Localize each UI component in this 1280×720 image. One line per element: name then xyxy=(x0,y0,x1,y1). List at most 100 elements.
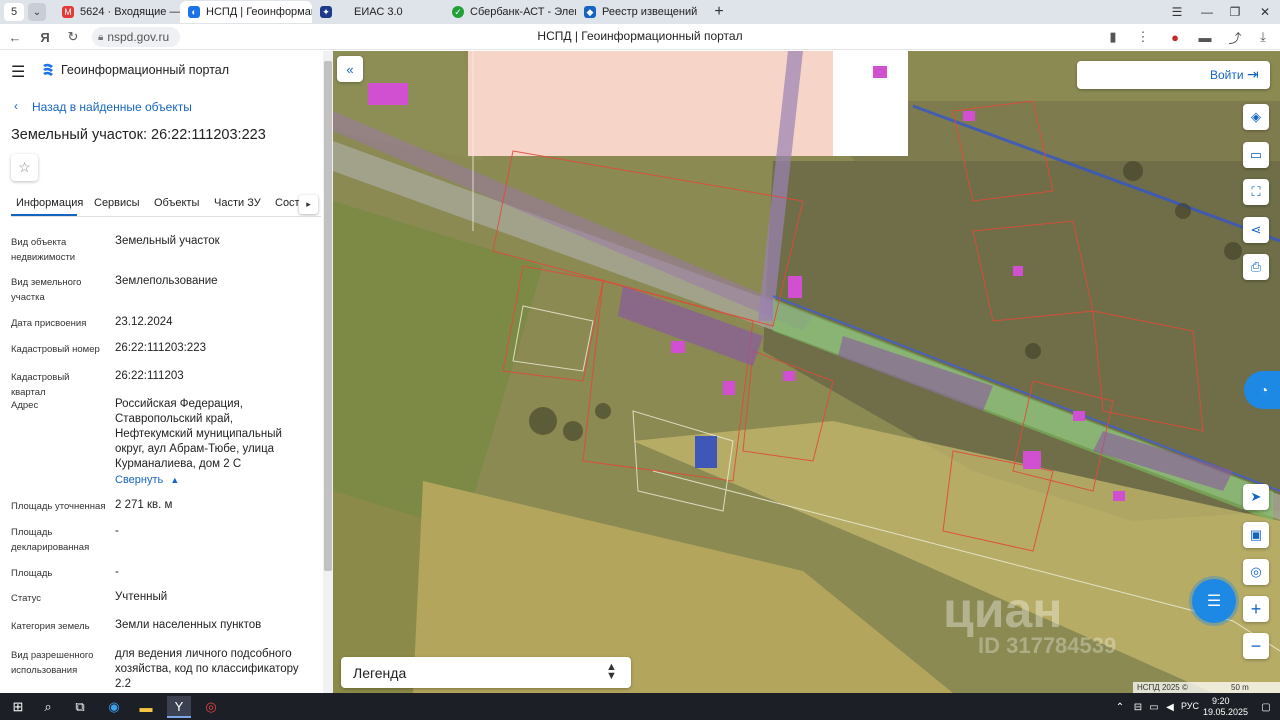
edge-browser-icon[interactable]: ◉ xyxy=(104,697,124,717)
field-value-area-declared: - xyxy=(115,525,119,537)
login-button[interactable]: Войти ⇥ xyxy=(1077,61,1270,89)
bookmark-icon[interactable]: ▮ xyxy=(1104,28,1122,46)
task-view-icon[interactable]: ⧉ xyxy=(70,697,90,717)
zoom-out-icon[interactable]: − xyxy=(1243,633,1269,659)
tab-label: Реестр извещений xyxy=(602,6,698,18)
tabs-divider xyxy=(11,216,321,217)
browser-menu-icon[interactable]: ☰ xyxy=(1162,0,1192,24)
ruler-icon[interactable]: ▭ xyxy=(1243,142,1269,168)
collapse-link-label: Свернуть xyxy=(115,474,164,486)
tab-composition[interactable]: Соста xyxy=(275,197,299,209)
tab-objects[interactable]: Объекты xyxy=(154,197,199,209)
field-value-cadastral-number[interactable]: 26:22:111203:223 xyxy=(115,341,315,356)
browser-tab-nspd[interactable]: ◐ НСПД | Геоинформацион ✕ xyxy=(180,1,312,23)
panel-scrollbar[interactable] xyxy=(323,51,333,693)
favorite-star-icon[interactable]: ☆ xyxy=(11,154,38,181)
app-taskbar-icon[interactable]: ◎ xyxy=(201,697,221,717)
field-value-area: - xyxy=(115,566,119,578)
location-search-icon[interactable]: ◎ xyxy=(1243,559,1269,585)
tab-label: НСПД | Геоинформацион xyxy=(206,6,312,18)
close-window-icon[interactable]: ✕ xyxy=(1250,0,1280,24)
field-label-area: Площадь xyxy=(11,568,53,579)
field-label-object-type: Вид объекта недвижимости xyxy=(11,237,76,263)
field-value-area-precise: 2 271 кв. м xyxy=(115,499,173,511)
field-label-cadastral-quarter: Кадастровый квартал xyxy=(11,372,70,398)
browser-tab-registry[interactable]: ◆ Реестр извещений xyxy=(576,1,708,23)
field-value-assignment-date: 23.12.2024 xyxy=(115,316,173,328)
scale-label: 50 m xyxy=(1231,683,1249,692)
login-arrow-icon: ⇥ xyxy=(1247,66,1259,82)
volume-icon[interactable]: ◀ xyxy=(1160,697,1180,717)
field-label-area-declared: Площадь декларированная xyxy=(11,527,90,553)
assistant-icon[interactable]: ◔ xyxy=(1244,371,1280,409)
zoom-in-icon[interactable]: + xyxy=(1243,596,1269,622)
tab-land-parts[interactable]: Части ЗУ xyxy=(214,197,261,209)
browser-tab-eias[interactable]: ✦ ЕИАС 3.0 xyxy=(312,1,444,23)
clock-date[interactable]: 19.05.2025 xyxy=(1203,707,1248,717)
share-icon[interactable]: ⤴ xyxy=(1226,28,1244,46)
url-field[interactable]: 🔒︎ nspd.gov.ru xyxy=(92,27,180,47)
new-tab-button[interactable]: + xyxy=(708,1,730,23)
panel-scrollbar-thumb[interactable] xyxy=(324,61,332,571)
select-area-icon[interactable]: ⛶ xyxy=(1243,179,1269,205)
yandex-icon[interactable]: Я xyxy=(36,28,54,46)
satellite-map-image xyxy=(333,51,1280,693)
portal-title: Геоинформационный портал xyxy=(61,63,230,77)
hidden-icons-chevron-icon[interactable]: ⌃ xyxy=(1110,697,1130,717)
object-info-panel: ☰ Геоинформационный портал ‹ Назад в най… xyxy=(0,51,333,693)
language-indicator[interactable]: РУС xyxy=(1181,701,1199,711)
url-text: nspd.gov.ru xyxy=(107,30,170,44)
tab-label: Сбербанк-АСТ - Электрон xyxy=(470,6,576,18)
tab-counter[interactable]: 5 xyxy=(4,3,24,21)
layers-icon[interactable]: ◈ xyxy=(1243,104,1269,130)
windows-taskbar: ⊞ ⌕ ⧉ ◉ ▬ Y ◎ ⌃ ⊟ ▭ ◀ РУС 9:20 19.05.202… xyxy=(0,693,1280,720)
field-value-object-type: Земельный участок xyxy=(115,235,220,247)
legend-dropdown[interactable]: Легенда ▲ ▼ xyxy=(341,657,631,688)
hamburger-menu-icon[interactable]: ☰ xyxy=(11,62,25,82)
sberbank-icon: ✓ xyxy=(452,6,464,18)
back-arrow-icon[interactable]: ← xyxy=(6,28,24,46)
share-icon[interactable]: ⋖ xyxy=(1243,217,1269,243)
field-value-address: Российская Федерация, Ставропольский кра… xyxy=(115,398,282,470)
browser-tab-sberbank[interactable]: ✓ Сбербанк-АСТ - Электрон xyxy=(444,1,576,23)
browser-tab-strip: 5 ⌄ M 5624 · Входящие — Яндекс ◐ НСПД | … xyxy=(0,0,1280,24)
tab-list-chevron-icon[interactable]: ⌄ xyxy=(28,3,46,21)
chat-bubble-icon[interactable]: ☰ xyxy=(1192,579,1236,623)
file-explorer-icon[interactable]: ▬ xyxy=(136,697,156,717)
collapse-panel-icon[interactable]: « xyxy=(337,56,363,82)
browser-tab-mail[interactable]: M 5624 · Входящие — Яндекс xyxy=(54,1,180,23)
tab-label: ЕИАС 3.0 xyxy=(354,6,403,18)
print-icon[interactable]: ⎙ xyxy=(1243,254,1269,280)
back-to-results-link[interactable]: Назад в найденные объекты xyxy=(32,100,192,114)
login-label: Войти xyxy=(1210,68,1244,82)
restore-icon[interactable]: ❐ xyxy=(1220,0,1250,24)
download-icon[interactable]: ⤓ xyxy=(1254,28,1272,46)
collapse-link[interactable]: Свернуть ▲ xyxy=(115,474,179,486)
notifications-icon[interactable]: ▢ xyxy=(1256,697,1276,717)
windows-start-icon[interactable]: ⊞ xyxy=(8,697,28,717)
mail-icon: M xyxy=(62,6,74,18)
watermark-id: ID 317784539 xyxy=(978,633,1117,658)
field-label-status: Статус xyxy=(11,593,42,604)
tab-information[interactable]: Информация xyxy=(16,197,83,209)
tabs-scroll-right-icon[interactable]: ▸ xyxy=(299,195,318,214)
tab-services[interactable]: Сервисы xyxy=(94,197,140,209)
more-menu-icon[interactable]: ⋮ xyxy=(1134,28,1152,46)
reload-icon[interactable]: ↻ xyxy=(64,28,82,46)
map-view[interactable]: « Войти ⇥ ◈ ▭ ⛶ ⋖ ⎙ ◔ ➤ ▣ ◎ + − ☰ циан I… xyxy=(333,51,1280,693)
tab-label: 5624 · Входящие — Яндекс xyxy=(80,6,180,18)
page-title: НСПД | Геоинформационный портал xyxy=(537,29,743,43)
registry-icon: ◆ xyxy=(584,6,596,18)
minimap-icon[interactable]: ▣ xyxy=(1243,522,1269,548)
clock-time[interactable]: 9:20 xyxy=(1212,696,1230,706)
navigation-arrow-icon[interactable]: ➤ xyxy=(1243,484,1269,510)
map-attribution: НСПД 2025 © 50 m xyxy=(1133,682,1280,693)
yandex-browser-taskbar-icon[interactable]: Y xyxy=(167,696,191,718)
search-icon[interactable]: ⌕ xyxy=(38,697,58,717)
extension-icon[interactable]: ● xyxy=(1166,28,1184,46)
minimize-icon[interactable]: — xyxy=(1192,0,1222,24)
downloads-icon[interactable]: ▬ xyxy=(1196,28,1214,46)
field-label-land-category: Категория земель xyxy=(11,621,90,632)
field-value-cadastral-quarter[interactable]: 26:22:111203 xyxy=(115,369,315,384)
chevron-left-icon: ‹ xyxy=(14,99,18,113)
